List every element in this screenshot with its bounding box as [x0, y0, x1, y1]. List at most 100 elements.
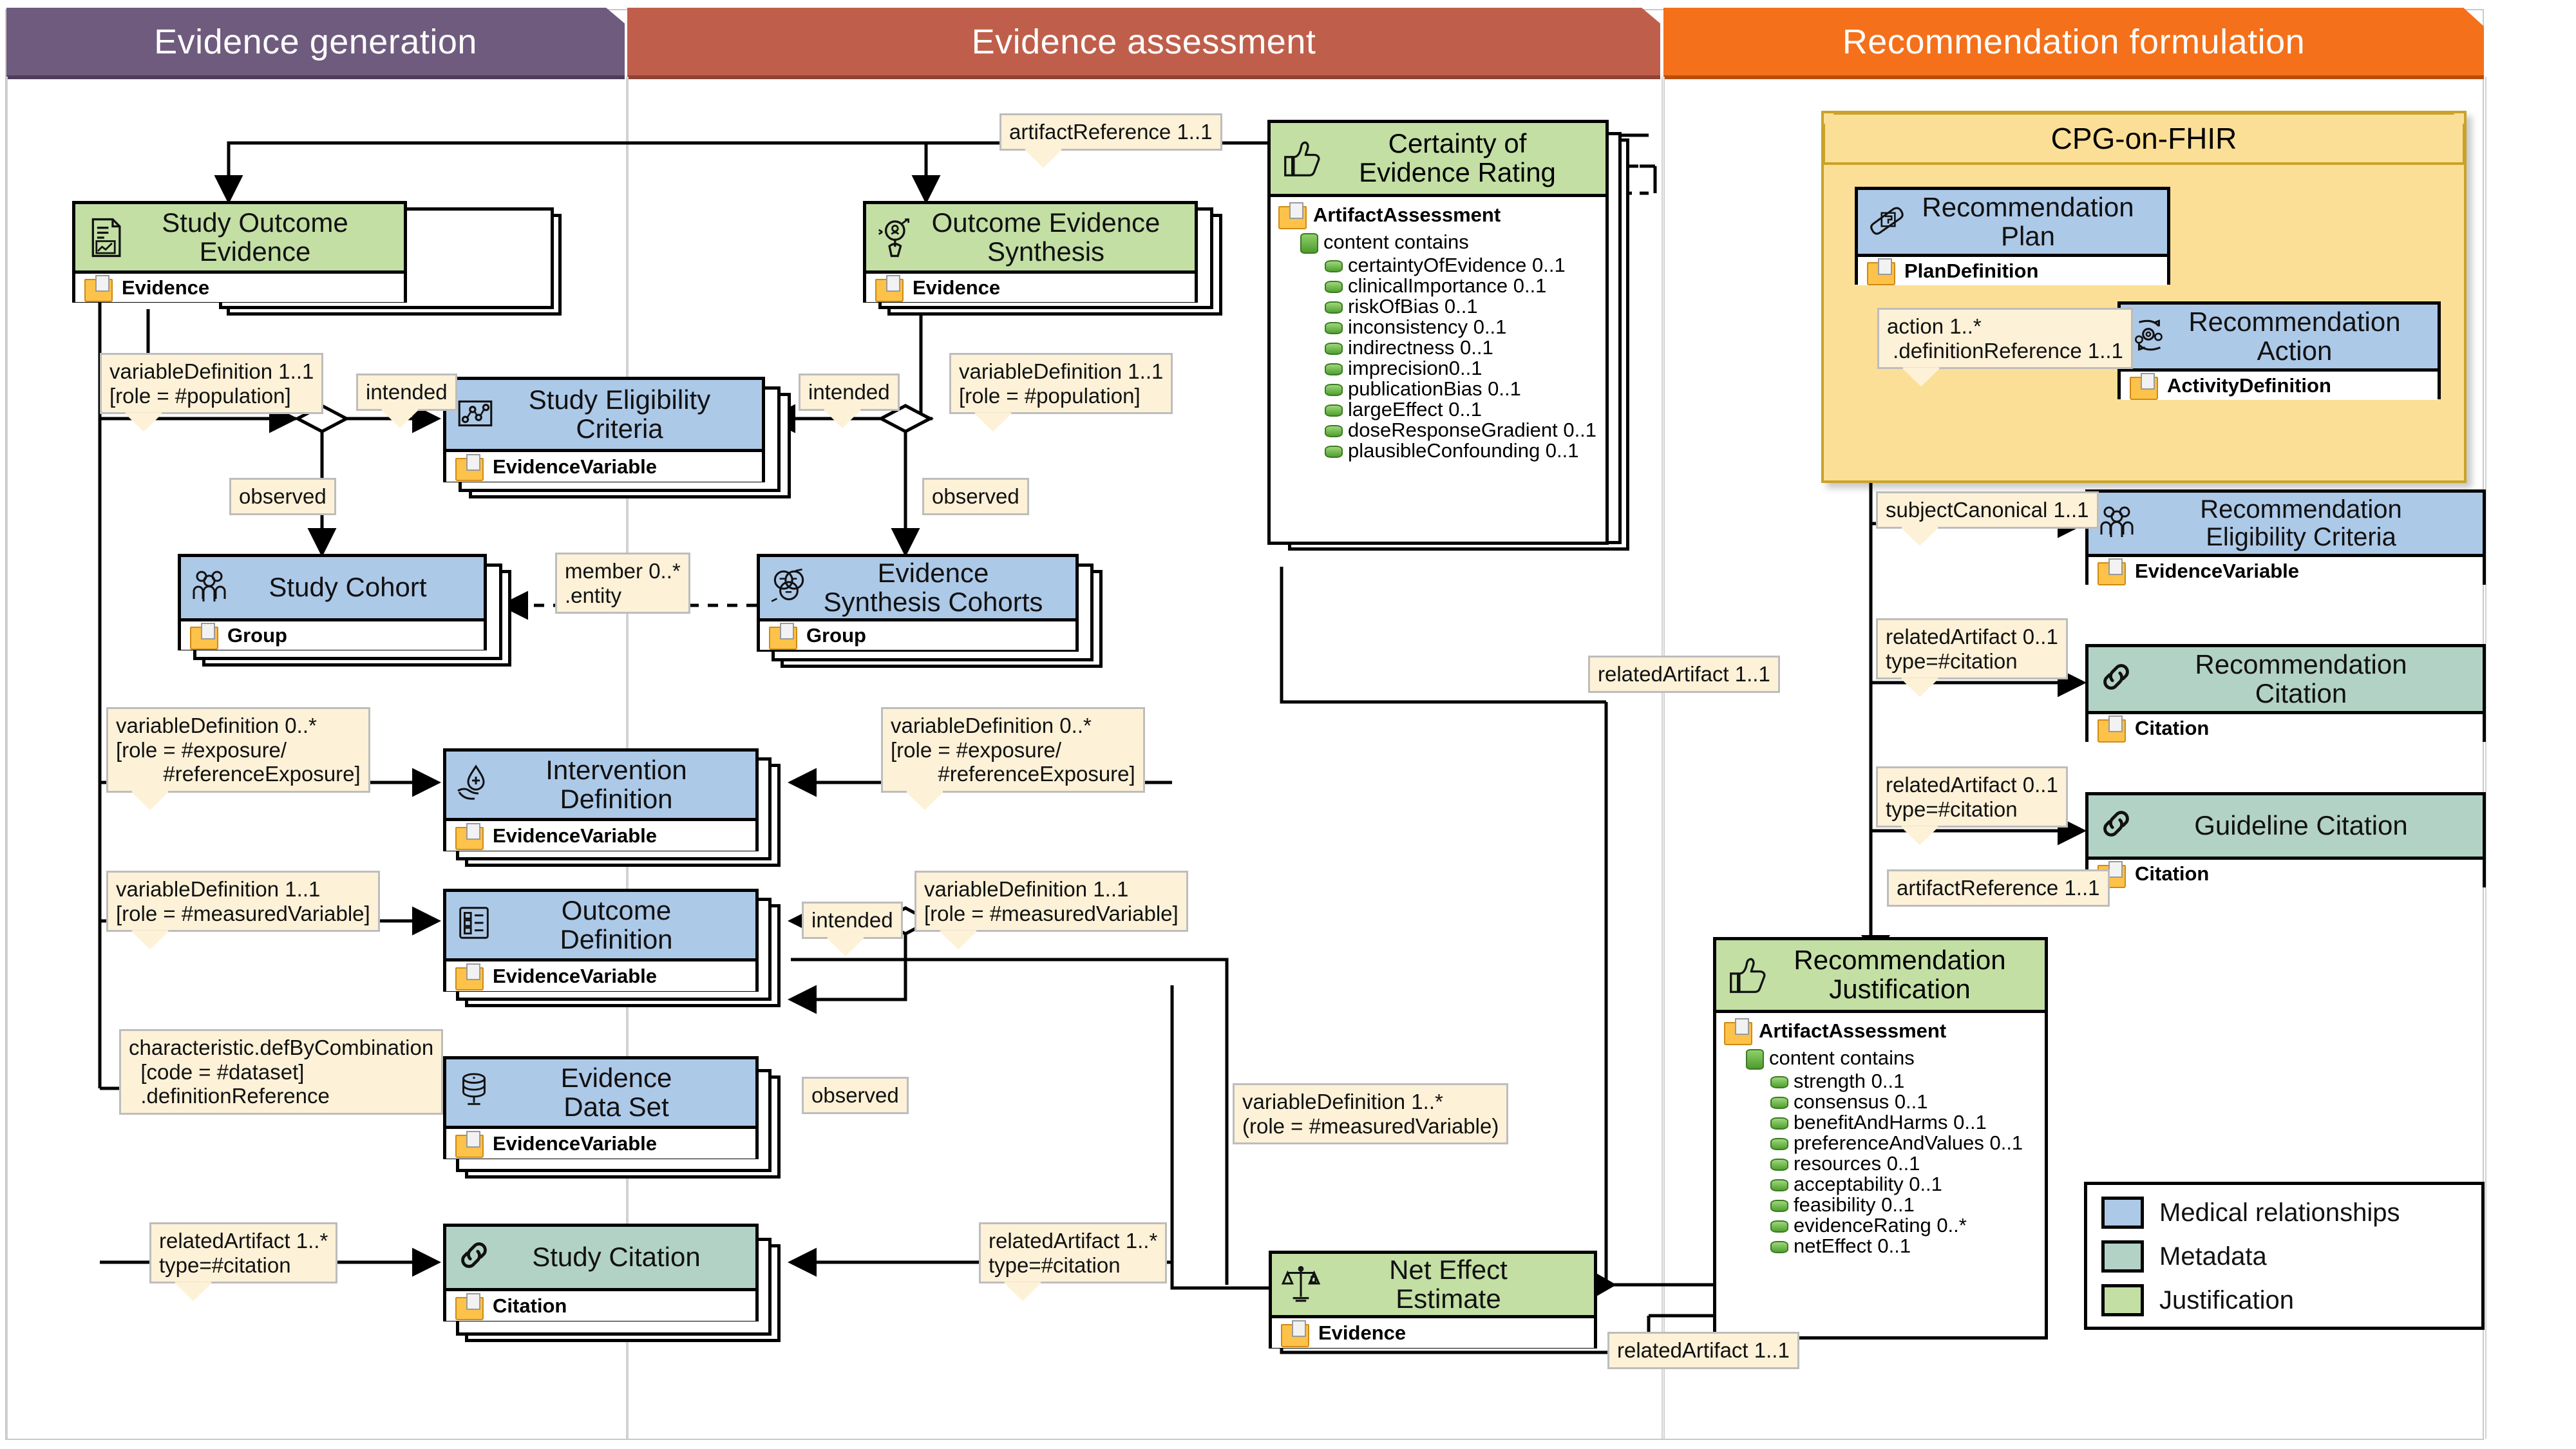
- class-resource-row: EvidenceVariable: [446, 821, 755, 851]
- class-recommendation-citation[interactable]: Recommendation Citation Citation: [2085, 644, 2486, 743]
- class-header: Certainty of Evidence Rating: [1271, 123, 1605, 197]
- link-chain-icon: [454, 1235, 499, 1280]
- class-study-outcome-evidence[interactable]: Study Outcome Evidence Evidence: [72, 201, 407, 303]
- resource-folder-icon: [2130, 373, 2158, 400]
- class-study-citation[interactable]: Study Citation Citation: [443, 1224, 759, 1321]
- class-resource-row: Citation: [2088, 714, 2483, 743]
- class-header: Recommendation Action: [2121, 305, 2438, 372]
- blueprint-plan-icon: [1866, 200, 1911, 245]
- attribute-item: clinicalImportance 0..1: [1325, 276, 1599, 296]
- attribute-item: largeEffect 0..1: [1325, 399, 1599, 419]
- class-resource-row: Evidence: [866, 274, 1195, 302]
- class-certainty-of-evidence-rating[interactable]: Certainty of Evidence Rating ArtifactAsse…: [1267, 120, 1609, 545]
- note-related-artifact-citation-left: relatedArtifact 1..* type=#citation: [149, 1222, 338, 1284]
- cylinder-icon: [1770, 1095, 1788, 1109]
- class-title: Evidence Synthesis Cohorts: [823, 557, 1043, 617]
- content-contains-label: content contains: [1769, 1046, 1915, 1069]
- note-observed-mid: observed: [922, 478, 1029, 515]
- attribute-label: indirectness 0..1: [1348, 336, 1493, 359]
- class-resource: EvidenceVariable: [493, 1132, 658, 1155]
- class-study-eligibility-criteria[interactable]: Study Eligibility Criteria EvidenceVariab…: [443, 377, 765, 482]
- cylinder-icon: [1325, 300, 1343, 314]
- resource-folder-icon: [1278, 202, 1307, 229]
- attribute-label: inconsistency 0..1: [1348, 316, 1507, 338]
- class-resource-row: Group: [760, 621, 1075, 650]
- class-recommendation-justification[interactable]: Recommendation Justification ArtifactAsse…: [1713, 937, 2048, 1340]
- class-resource: Citation: [493, 1294, 567, 1317]
- attribute-item: inconsistency 0..1: [1325, 317, 1599, 337]
- class-header: Recommendation Eligibility Criteria: [2088, 493, 2483, 557]
- class-title: Intervention Definition: [545, 754, 687, 814]
- resource-folder-icon: [455, 454, 484, 481]
- cylinder-icon: [1770, 1219, 1788, 1233]
- legend-label: Metadata: [2159, 1242, 2267, 1271]
- note-related-artifact-guideline-citation: relatedArtifact 0..1 type=#citation: [1876, 766, 2068, 828]
- note-variable-definition-measured-left: variableDefinition 1..1 [role = #measure…: [106, 871, 380, 933]
- class-header: Intervention Definition: [446, 752, 755, 821]
- lane-label: Evidence assessment: [971, 22, 1316, 61]
- note-observed-left: observed: [229, 478, 336, 515]
- class-recommendation-action[interactable]: Recommendation Action ActivityDefinition: [2117, 301, 2441, 400]
- resource-folder-icon: [190, 623, 218, 650]
- attribute-item: indirectness 0..1: [1325, 337, 1599, 357]
- attribute-label: clinicalImportance 0..1: [1348, 274, 1547, 297]
- class-title: Recommendation Plan: [1922, 191, 2134, 251]
- class-outcome-definition[interactable]: Outcome Definition EvidenceVariable: [443, 889, 759, 992]
- database-icon: [454, 1070, 499, 1115]
- attribute-label: evidenceRating 0..*: [1794, 1214, 1967, 1236]
- class-header: Study Eligibility Criteria: [446, 380, 762, 452]
- attribute-label: resources 0..1: [1794, 1152, 1920, 1175]
- legend-row: Medical relationships: [2101, 1197, 2467, 1229]
- resource-folder-icon: [455, 963, 484, 990]
- link-chain-icon: [2096, 657, 2141, 702]
- attribute-item: preferenceAndValues 0..1: [1770, 1133, 2038, 1153]
- cylinder-icon: [1300, 231, 1318, 254]
- class-title: Study Eligibility Criteria: [528, 384, 711, 444]
- note-intended-measured: intended: [802, 902, 903, 939]
- class-resource-row: EvidenceVariable: [446, 961, 755, 991]
- class-recommendation-eligibility-criteria[interactable]: Recommendation Eligibility Criteria Evide…: [2085, 489, 2486, 585]
- resource-folder-icon: [2098, 558, 2126, 585]
- attribute-item: benefitAndHarms 0..1: [1770, 1112, 2038, 1132]
- cylinder-icon: [1770, 1198, 1788, 1212]
- attribute-label: strength 0..1: [1794, 1070, 1905, 1092]
- class-intervention-definition[interactable]: Intervention Definition EvidenceVariable: [443, 748, 759, 851]
- class-guideline-citation[interactable]: Guideline Citation Citation: [2085, 792, 2486, 888]
- cylinder-icon: [1746, 1047, 1764, 1070]
- gears-cycle-icon: [2128, 314, 2174, 359]
- note-related-artifact-citation-mid: relatedArtifact 1..* type=#citation: [979, 1222, 1168, 1284]
- attribute-item: resources 0..1: [1770, 1153, 2038, 1173]
- class-study-cohort[interactable]: Study Cohort Group: [178, 554, 487, 650]
- class-net-effect-estimate[interactable]: Net Effect Estimate Evidence: [1269, 1251, 1597, 1349]
- lane-header-evidence-assessment: Evidence assessment: [627, 8, 1660, 79]
- class-evidence-synthesis-cohorts[interactable]: Evidence Synthesis Cohorts Group: [757, 554, 1079, 652]
- cylinder-icon: [1325, 341, 1343, 355]
- note-variable-definition-exposure-left: variableDefinition 0..* [role = #exposur…: [106, 707, 370, 793]
- note-intended-left: intended: [356, 374, 457, 411]
- people-group-icon: [2096, 501, 2141, 546]
- class-outcome-evidence-synthesis[interactable]: Outcome Evidence Synthesis Evidence: [863, 201, 1198, 303]
- class-resource: ArtifactAssessment: [1759, 1019, 1947, 1042]
- class-resource: Evidence: [913, 276, 1001, 299]
- resource-folder-icon: [1724, 1018, 1752, 1045]
- class-evidence-data-set[interactable]: Evidence Data Set EvidenceVariable: [443, 1056, 759, 1159]
- attribute-item: certaintyOfEvidence 0..1: [1325, 255, 1599, 275]
- cylinder-icon: [1770, 1075, 1788, 1088]
- resource-folder-icon: [875, 275, 904, 302]
- content-contains-label: content contains: [1323, 231, 1469, 253]
- scatter-plot-icon: [454, 392, 499, 437]
- class-title: Guideline Citation: [2194, 810, 2408, 841]
- lane-header-evidence-generation: Evidence generation: [6, 8, 625, 79]
- note-artifact-reference-justification: artifactReference 1..1: [1887, 869, 2110, 907]
- class-resource: Evidence: [1318, 1321, 1406, 1344]
- resource-folder-icon: [455, 823, 484, 850]
- class-resource: PlanDefinition: [1904, 260, 2039, 282]
- class-recommendation-plan[interactable]: Recommendation Plan PlanDefinition: [1855, 187, 2170, 285]
- legend-label: Medical relationships: [2159, 1198, 2400, 1227]
- legend-swatch-medical-relationships: [2101, 1197, 2144, 1229]
- note-subject-canonical: subjectCanonical 1..1: [1876, 491, 2099, 529]
- class-title: Recommendation Citation: [2195, 649, 2407, 708]
- note-variable-definition-exposure-mid: variableDefinition 0..* [role = #exposur…: [881, 707, 1145, 793]
- class-resource-row: Evidence: [75, 274, 404, 302]
- class-resource-row: ArtifactAssessment: [1724, 1018, 2038, 1045]
